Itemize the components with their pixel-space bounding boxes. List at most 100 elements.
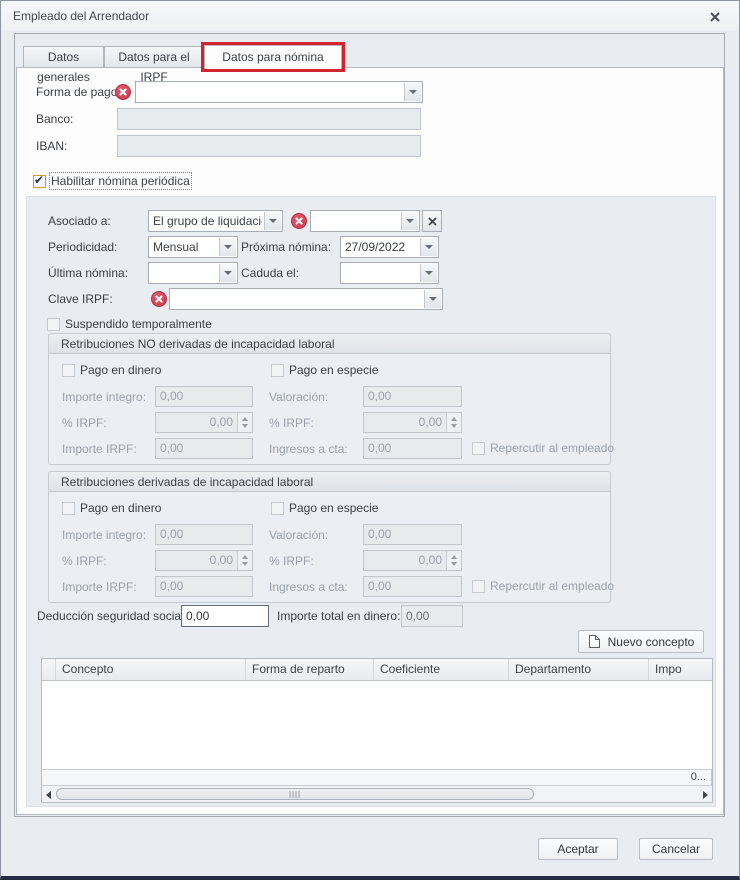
- conceptos-grid: Concepto Forma de reparto Coeficiente De…: [41, 658, 713, 803]
- spin-up-icon: [242, 555, 248, 559]
- chevron-down-icon: [269, 219, 277, 223]
- iban-field: [117, 135, 421, 157]
- importe-integro-label: Importe integro:: [62, 524, 146, 546]
- grid-header-row: Concepto Forma de reparto Coeficiente De…: [42, 659, 712, 681]
- asociado-valor-combo[interactable]: [310, 210, 420, 232]
- tab-page: Forma de pago: Banco: IBAN: ✔ Habilitar …: [16, 67, 724, 815]
- dropdown-button[interactable]: [420, 264, 437, 282]
- deduccion-field[interactable]: 0,00: [181, 605, 269, 627]
- ingresos-a-cta-field: 0,00: [363, 576, 462, 597]
- dropdown-button[interactable]: [420, 238, 437, 256]
- periodicidad-combo[interactable]: Mensual: [148, 236, 238, 258]
- chevron-down-icon: [406, 219, 414, 223]
- chevron-down-icon: [409, 90, 417, 94]
- spin-down-icon: [242, 424, 248, 428]
- check-icon: ✔: [34, 173, 44, 187]
- column-header-departamento[interactable]: Departamento: [509, 659, 649, 680]
- pago-en-especie-checkbox[interactable]: Pago en especie: [271, 500, 378, 516]
- checkbox-box: [472, 442, 485, 455]
- repercutir-checkbox: Repercutir al empleado: [472, 440, 614, 456]
- dropdown-button[interactable]: [404, 83, 421, 101]
- asociado-label: Asociado a:: [48, 210, 111, 232]
- spin-up-icon: [451, 417, 457, 421]
- close-button[interactable]: [707, 9, 723, 25]
- checkbox-box: [47, 318, 60, 331]
- close-icon: [709, 11, 721, 23]
- scrollbar-thumb[interactable]: [56, 788, 534, 800]
- proxima-nomina-label: Próxima nómina:: [241, 236, 331, 258]
- spin-buttons: [446, 413, 461, 432]
- chevron-down-icon: [425, 245, 433, 249]
- clave-irpf-combo[interactable]: [169, 288, 443, 310]
- horizontal-scrollbar[interactable]: [42, 785, 712, 802]
- periodicidad-label: Periodicidad:: [48, 236, 117, 258]
- column-header-importe[interactable]: Impo: [649, 659, 712, 680]
- aceptar-button[interactable]: Aceptar: [538, 838, 618, 860]
- chevron-down-icon: [425, 271, 433, 275]
- ingresos-a-cta-field: 0,00: [363, 438, 462, 459]
- nuevo-concepto-button[interactable]: Nuevo concepto: [578, 630, 704, 653]
- irpf-especie-spinner: 0,00: [363, 550, 462, 571]
- grid-body[interactable]: [42, 681, 712, 769]
- importe-integro-label: Importe integro:: [62, 386, 146, 408]
- importe-integro-field: 0,00: [155, 524, 253, 545]
- ultima-nomina-combo[interactable]: [148, 262, 238, 284]
- valoracion-field: 0,00: [363, 524, 462, 545]
- irpf-especie-label: % IRPF:: [269, 412, 314, 434]
- cancelar-button[interactable]: Cancelar: [639, 838, 713, 860]
- ingresos-a-cta-label: Ingresos a cta:: [269, 438, 348, 460]
- column-header-coeficiente[interactable]: Coeficiente: [374, 659, 509, 680]
- clear-button[interactable]: [422, 210, 442, 232]
- irpf-dinero-spinner: 0,00: [155, 550, 253, 571]
- checkbox-box: [271, 502, 284, 515]
- dropdown-button[interactable]: [401, 212, 418, 230]
- chevron-down-icon: [224, 271, 232, 275]
- valoracion-label: Valoración:: [269, 386, 328, 408]
- error-icon: [115, 84, 131, 100]
- dialog-window: Empleado del Arrendador Datos generales …: [0, 0, 740, 880]
- iban-label: IBAN:: [36, 135, 67, 157]
- error-icon: [291, 213, 307, 229]
- irpf-dinero-label: % IRPF:: [62, 412, 107, 434]
- tab-datos-generales[interactable]: Datos generales: [23, 46, 104, 68]
- dropdown-button[interactable]: [219, 264, 236, 282]
- importe-irpf-field: 0,00: [155, 438, 253, 459]
- column-header-concepto[interactable]: Concepto: [56, 659, 246, 680]
- group-retribuciones-incapacidad: Retribuciones derivadas de incapacidad l…: [48, 471, 611, 603]
- dropdown-button[interactable]: [264, 212, 281, 230]
- banco-field: [117, 108, 421, 130]
- scroll-left-icon[interactable]: [46, 791, 51, 799]
- spin-buttons: [446, 551, 461, 570]
- banco-label: Banco:: [36, 108, 73, 130]
- irpf-especie-label: % IRPF:: [269, 550, 314, 572]
- scroll-right-icon[interactable]: [703, 791, 708, 799]
- pago-en-dinero-checkbox[interactable]: Pago en dinero: [62, 500, 161, 516]
- suspendido-checkbox[interactable]: Suspendido temporalmente: [47, 316, 212, 332]
- habilitar-nomina-checkbox[interactable]: ✔ Habilitar nómina periódica: [33, 173, 190, 189]
- repercutir-checkbox: Repercutir al empleado: [472, 578, 614, 594]
- irpf-dinero-label: % IRPF:: [62, 550, 107, 572]
- scrollbar-grip-icon: [290, 791, 301, 798]
- checkbox-box: [62, 502, 75, 515]
- pago-en-dinero-checkbox[interactable]: Pago en dinero: [62, 362, 161, 378]
- tab-datos-irpf[interactable]: Datos para el IRPF: [104, 46, 204, 68]
- irpf-dinero-spinner: 0,00: [155, 412, 253, 433]
- new-document-icon: [588, 634, 601, 649]
- spin-down-icon: [242, 562, 248, 566]
- tab-datos-nomina[interactable]: Datos para nómina: [204, 45, 342, 69]
- ultima-nomina-label: Última nómina:: [48, 262, 128, 284]
- forma-de-pago-combo[interactable]: [135, 81, 423, 103]
- clave-irpf-label: Clave IRPF:: [48, 288, 113, 310]
- proxima-nomina-date[interactable]: 27/09/2022: [340, 236, 439, 258]
- column-header-forma-de-reparto[interactable]: Forma de reparto: [246, 659, 374, 680]
- dropdown-button[interactable]: [424, 290, 441, 308]
- asociado-tipo-combo[interactable]: El grupo de liquidación: [148, 210, 283, 232]
- error-icon: [151, 291, 167, 307]
- dropdown-button[interactable]: [219, 238, 236, 256]
- valoracion-field: 0,00: [363, 386, 462, 407]
- pago-en-especie-checkbox[interactable]: Pago en especie: [271, 362, 378, 378]
- spin-up-icon: [451, 555, 457, 559]
- caduca-el-date[interactable]: [340, 262, 439, 284]
- grid-summary: 0...: [42, 769, 712, 785]
- checkbox-box: [62, 364, 75, 377]
